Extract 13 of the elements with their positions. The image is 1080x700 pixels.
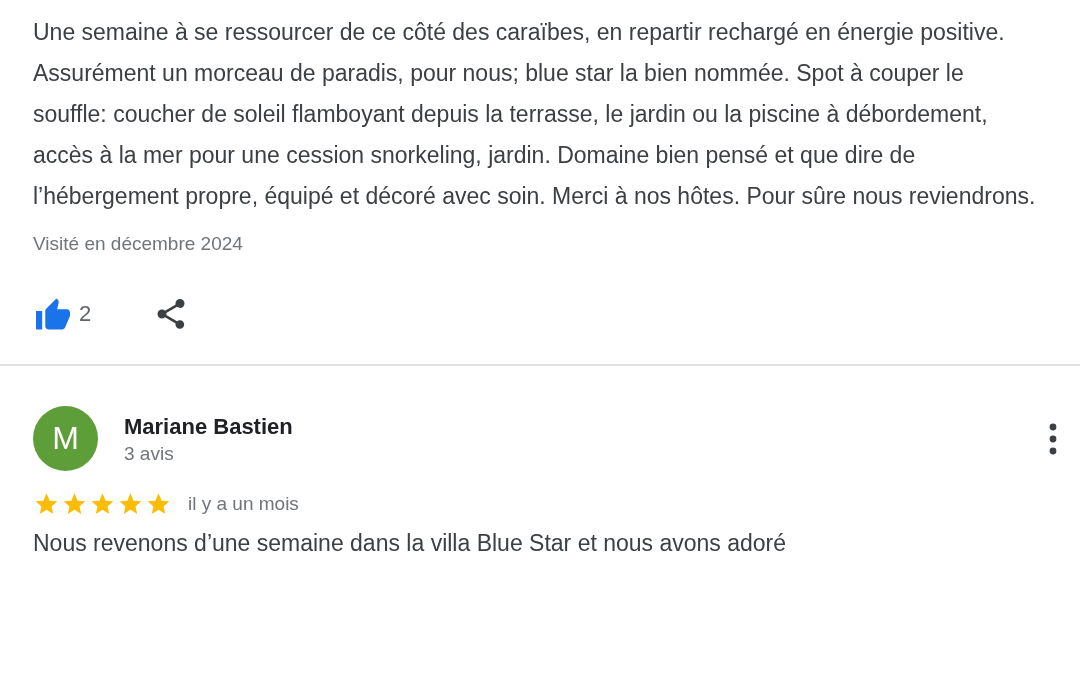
- star-icon: [61, 491, 88, 517]
- review-count: 3 avis: [124, 441, 175, 466]
- like-button[interactable]: 2: [33, 297, 92, 331]
- avatar[interactable]: M: [33, 406, 98, 471]
- review-text: Une semaine à se ressourcer de ce côté des caraïbes, en repartir rechargé en énergie positive. Assurément un morceau de paradis, pour nous; blue star la bien nommée. Spot à couper le souffle: coucher de soleil flamboyant depuis la terrasse, le jardin ou la piscine à débordement, accès à la mer pour une cession snorkeling, jardin. Domaine bien pensé et que dire de l’hébergement propre, équipé et décoré avec soin. Merci à nos hôtes. Pour sûre nous reviendrons.: [33, 18, 1037, 211]
- reviewer-name[interactable]: Mariane Bastien: [124, 411, 1045, 442]
- review-text: Nous revenons d’une semaine dans la villa Blue Star et nous avons adoré: [33, 529, 788, 558]
- star-icon: [89, 491, 116, 517]
- visit-date: Visité en décembre 2024: [33, 232, 244, 256]
- star-icon: [145, 491, 172, 517]
- star-icon: [117, 491, 144, 517]
- star-icon: [33, 491, 60, 517]
- review-date: il y a un mois: [188, 493, 299, 515]
